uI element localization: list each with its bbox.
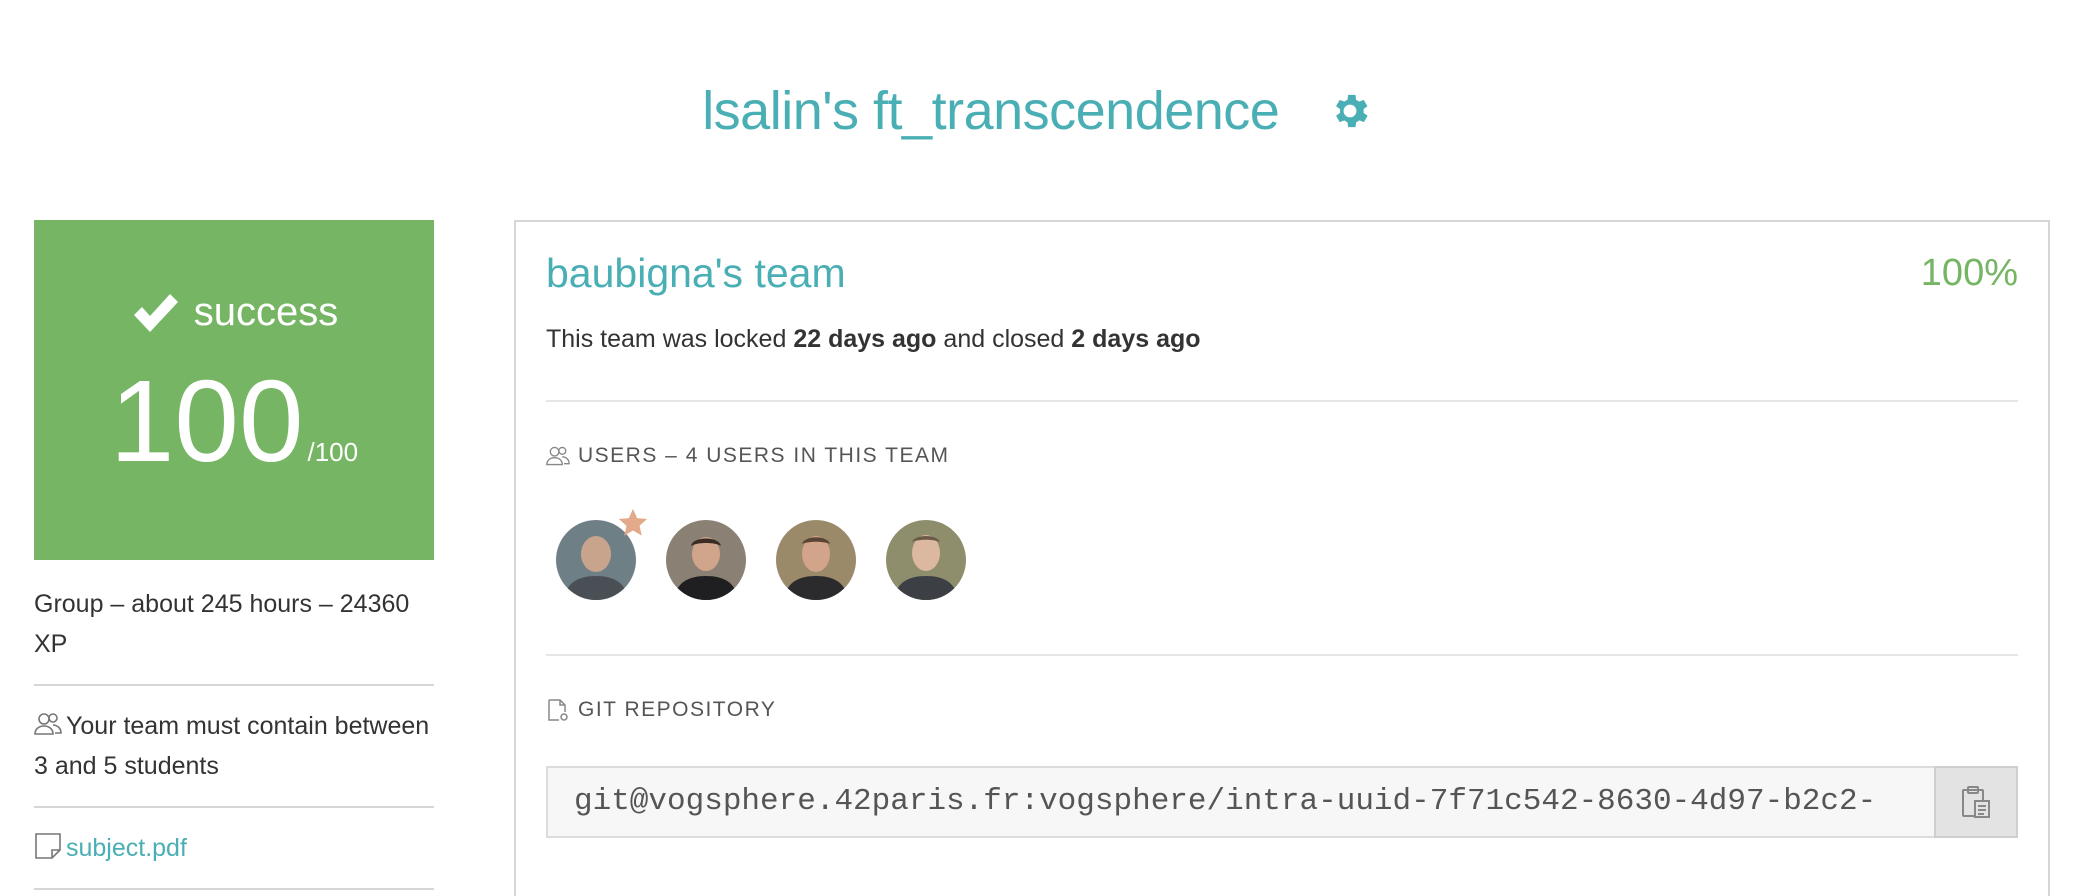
avatar[interactable] [666,520,746,600]
clipboard-icon [1962,786,1990,818]
closed-when: 2 days ago [1071,325,1201,353]
team-lock-status: This team was locked 22 days ago and clo… [546,325,2018,402]
status-box: success 100 /100 [34,220,434,560]
git-file-icon [548,699,568,721]
git-heading-text: GIT REPOSITORY [578,698,777,721]
avatar[interactable] [776,520,856,600]
page-header: lsalin's ft_transcendence [0,80,2074,142]
avatar[interactable] [886,520,966,600]
closed-prefix: and closed [936,325,1072,353]
avatar-image [666,520,746,600]
locked-when: 22 days ago [793,325,937,353]
team-row: baubigna's team 100% [546,250,2018,297]
score-line: 100 /100 [34,363,434,479]
users-icon [546,446,570,466]
status-line: success [34,220,434,335]
team-panel: baubigna's team 100% This team was locke… [514,220,2050,896]
users-icon [34,713,62,735]
project-info: Group – about 245 hours – 24360 XP [34,560,434,686]
star-icon [618,508,648,536]
copy-repo-button[interactable] [1934,766,2018,838]
git-heading: GIT REPOSITORY [546,698,2018,722]
git-repo-row: git@vogsphere.42paris.fr:vogsphere/intra… [546,766,2018,838]
users-heading-text: USERS – 4 USERS IN THIS TEAM [578,444,950,467]
subject-pdf-link[interactable]: subject.pdf [66,834,187,862]
team-rule-text: Your team must contain between 3 and 5 s… [34,712,430,780]
team-rule: Your team must contain between 3 and 5 s… [34,686,434,808]
checkmark-icon [133,293,178,332]
avatar[interactable] [556,508,648,600]
subject-item: subject.pdf [34,808,434,890]
team-percent: 100% [1920,252,2018,294]
locked-prefix: This team was locked [546,325,794,353]
project-title: lsalin's ft_transcendence [702,81,1280,141]
avatar-image [776,520,856,600]
gear-icon[interactable] [1328,89,1372,133]
document-icon [35,833,61,859]
status-label: success [193,290,339,334]
final-score: 100 [109,356,304,486]
team-avatars [546,508,2018,656]
project-sidebar: success 100 /100 Group – about 245 hours… [34,220,434,890]
team-name: baubigna's team [546,250,846,296]
users-heading: USERS – 4 USERS IN THIS TEAM [546,444,2018,468]
git-repo-url[interactable]: git@vogsphere.42paris.fr:vogsphere/intra… [546,766,1934,838]
avatar-image [886,520,966,600]
score-max: /100 [307,437,359,467]
